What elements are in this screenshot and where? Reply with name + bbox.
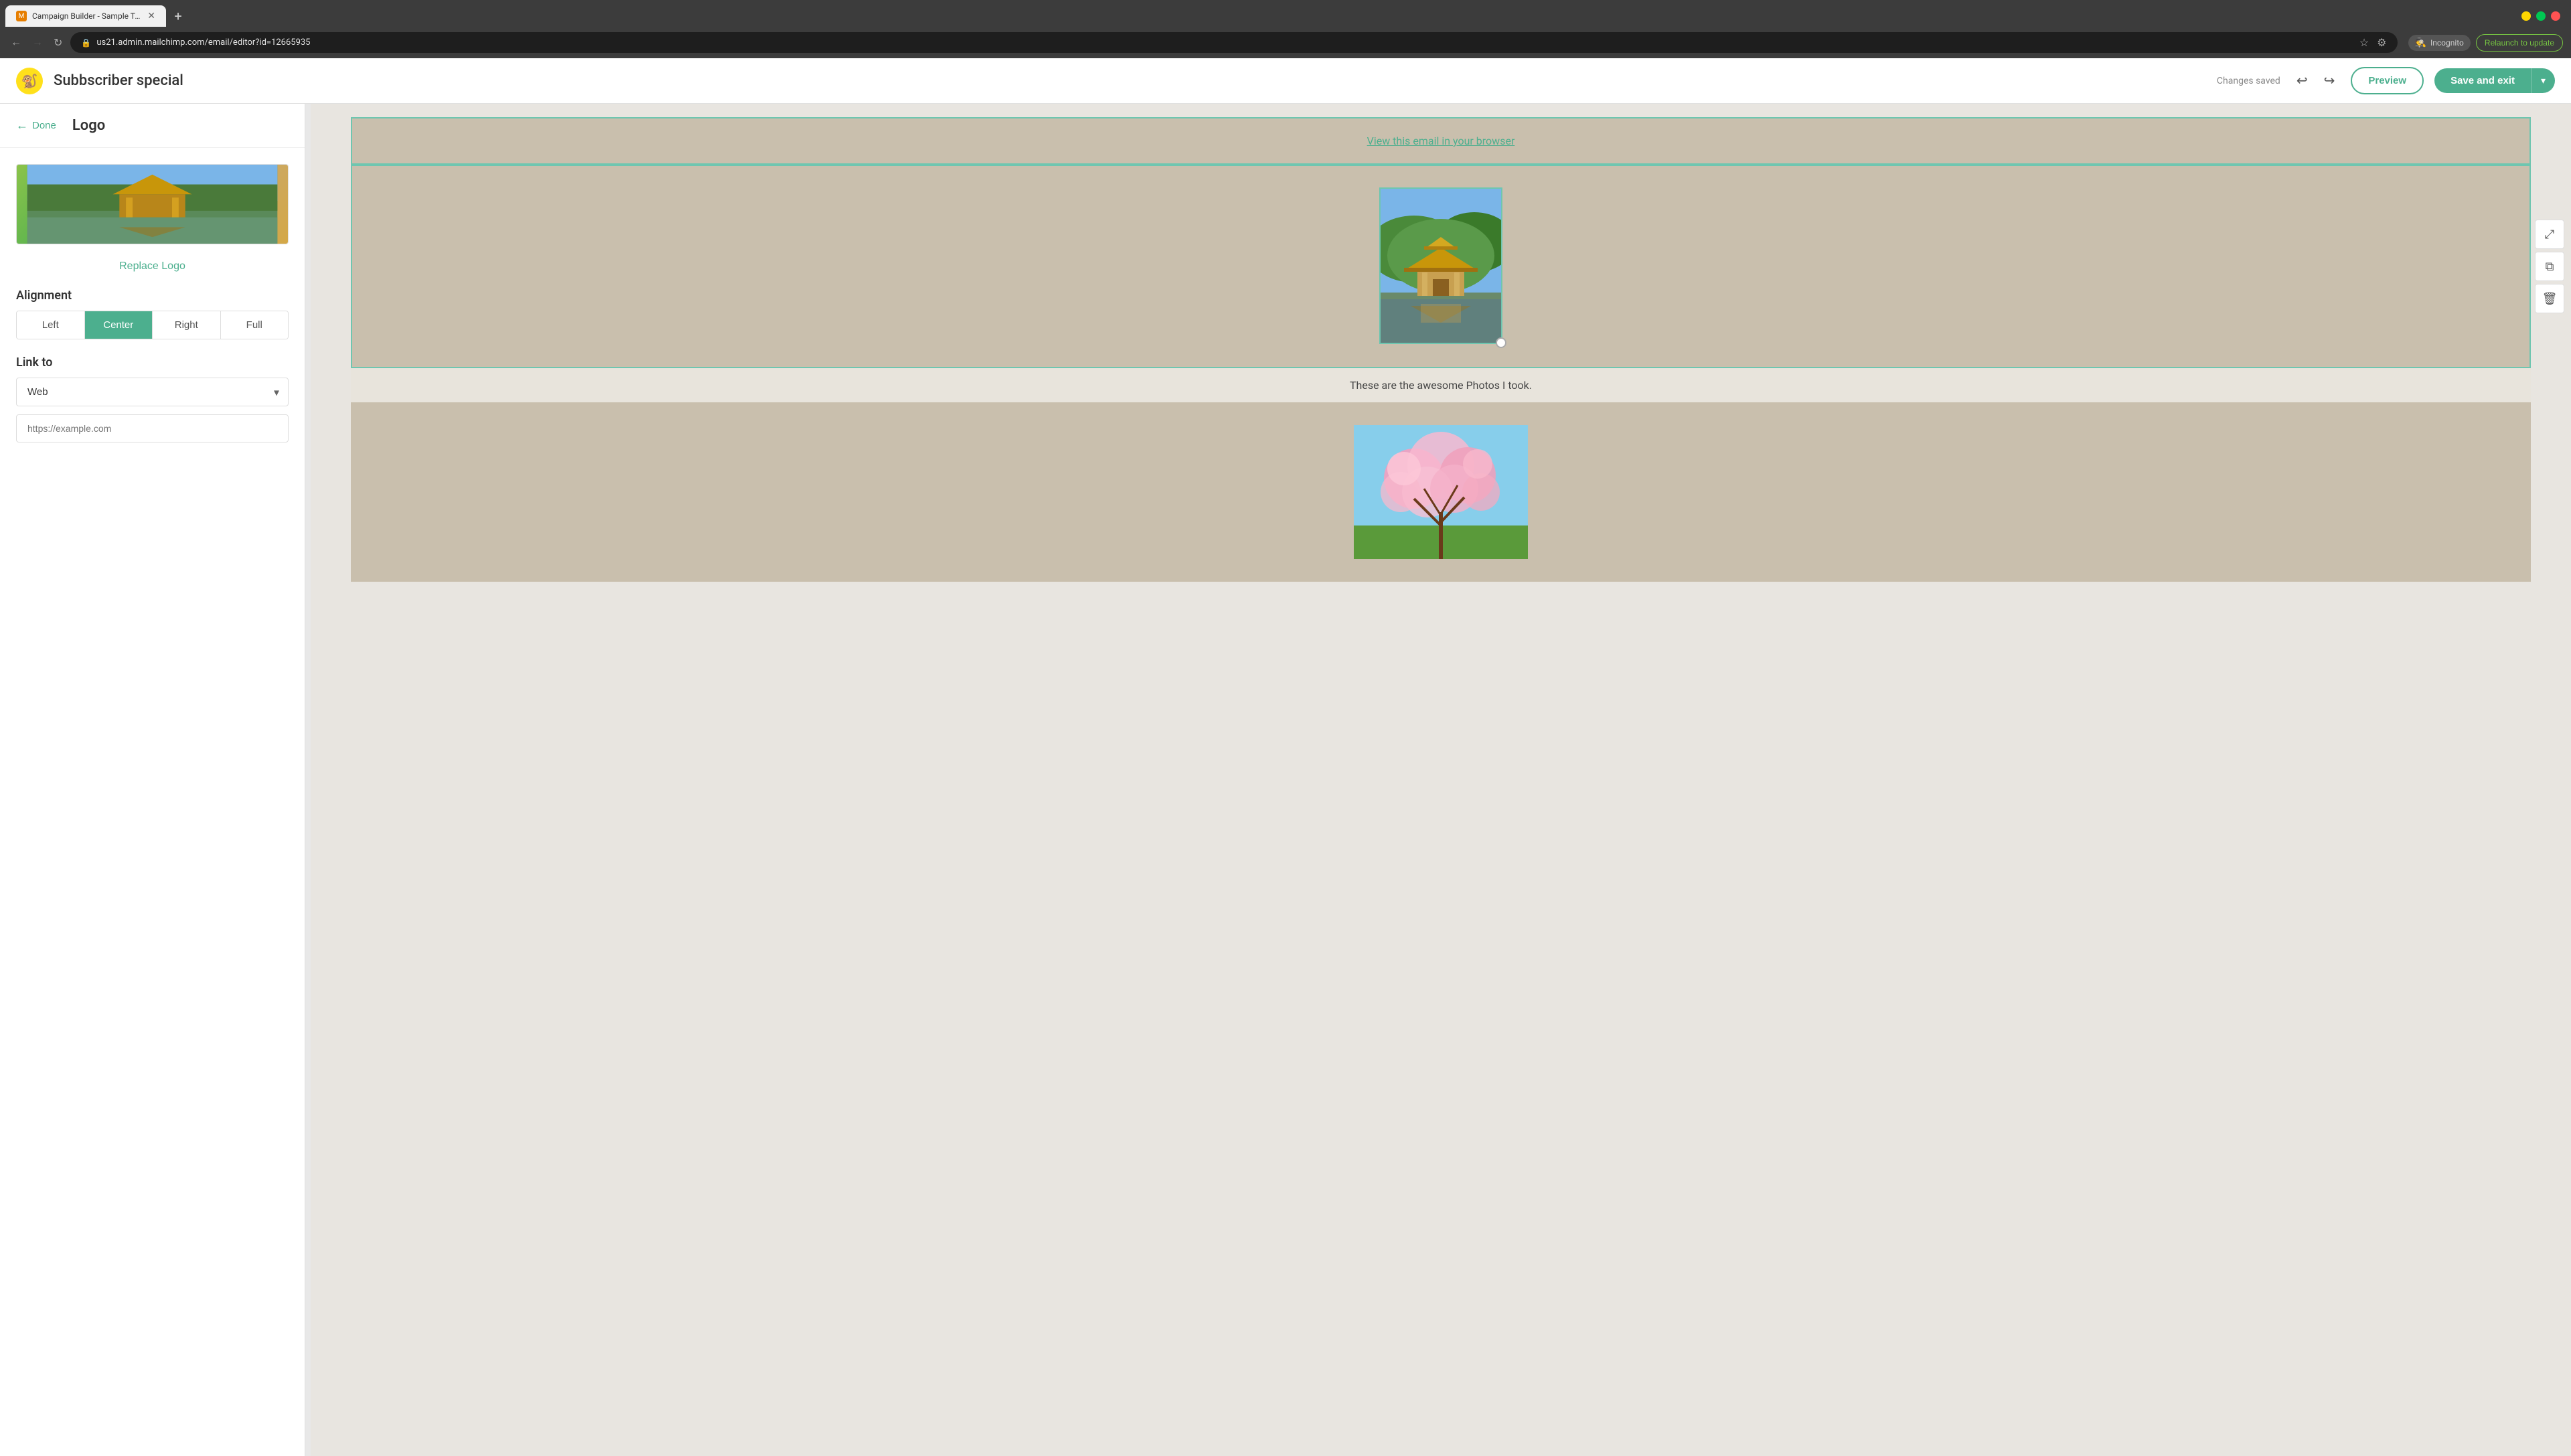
- floating-toolbar: ⤢ ⧉ 🗑: [2535, 220, 2564, 313]
- cherry-blossom-section[interactable]: [351, 402, 2531, 582]
- sidebar-body: Replace Logo Alignment Left Center Right…: [0, 148, 305, 459]
- undo-button[interactable]: ↩: [2291, 67, 2313, 94]
- canvas-area[interactable]: View this email in your browser: [311, 104, 2571, 1456]
- align-left-button[interactable]: Left: [17, 311, 85, 339]
- cherry-blossom-svg: [1354, 425, 1528, 559]
- logo-preview: [16, 164, 289, 244]
- photo-caption: These are the awesome Photos I took.: [351, 368, 2531, 402]
- refresh-button[interactable]: ↻: [51, 33, 65, 52]
- app-header: 🐒 Subbscriber special Changes saved ↩ ↪ …: [0, 58, 2571, 104]
- preview-button[interactable]: Preview: [2351, 67, 2424, 94]
- bookmark-icon[interactable]: ☆: [2359, 36, 2369, 49]
- address-bar-row: ← → ↻ 🔒 us21.admin.mailchimp.com/email/e…: [0, 27, 2571, 58]
- sidebar: ← Done Logo: [0, 104, 305, 1456]
- save-exit-group: Save and exit ▾: [2434, 68, 2555, 93]
- save-exit-dropdown-button[interactable]: ▾: [2531, 68, 2555, 93]
- tab-bar: M Campaign Builder - Sample Tem... ✕ +: [0, 0, 2571, 27]
- link-url-input[interactable]: [16, 414, 289, 442]
- logo-image-container[interactable]: [1379, 187, 1502, 344]
- photo-caption-text: These are the awesome Photos I took.: [1350, 379, 1532, 392]
- copy-tool-button[interactable]: ⧉: [2535, 252, 2564, 281]
- resize-handle[interactable]: [1496, 337, 1506, 348]
- changes-saved-status: Changes saved: [2217, 76, 2280, 86]
- sidebar-panel-title: Logo: [72, 117, 105, 134]
- incognito-badge: 🕵 Incognito: [2408, 35, 2471, 51]
- delete-tool-button[interactable]: 🗑: [2535, 284, 2564, 313]
- lock-icon: 🔒: [81, 38, 91, 48]
- tab-favicon: M: [16, 11, 27, 21]
- browser-chrome: M Campaign Builder - Sample Tem... ✕ + ←…: [0, 0, 2571, 58]
- address-actions: ☆ ⚙: [2359, 36, 2387, 49]
- window-controls: [2521, 11, 2566, 21]
- main-layout: ← Done Logo: [0, 104, 2571, 1456]
- done-label: Done: [32, 120, 56, 131]
- new-tab-button[interactable]: +: [169, 7, 187, 25]
- cherry-image-box: [1354, 425, 1528, 559]
- browser-extensions: 🕵 Incognito Relaunch to update: [2408, 34, 2563, 52]
- align-center-button[interactable]: Center: [85, 311, 153, 339]
- back-button[interactable]: ←: [8, 34, 24, 52]
- view-browser-link[interactable]: View this email in your browser: [1367, 135, 1515, 147]
- temple-canvas-svg: [1381, 189, 1501, 343]
- alignment-label: Alignment: [16, 289, 289, 303]
- done-button[interactable]: ← Done: [16, 118, 56, 133]
- logo-image-section[interactable]: ⤢ ⧉ 🗑: [351, 165, 2531, 368]
- logo-image-box: [1381, 189, 1501, 343]
- done-arrow-icon: ←: [16, 118, 28, 133]
- link-type-select[interactable]: Web Email File Phone: [16, 378, 289, 406]
- align-right-button[interactable]: Right: [153, 311, 221, 339]
- tab-title: Campaign Builder - Sample Tem...: [32, 11, 142, 21]
- restore-button[interactable]: [2536, 11, 2546, 21]
- align-full-button[interactable]: Full: [221, 311, 289, 339]
- address-bar[interactable]: 🔒 us21.admin.mailchimp.com/email/editor?…: [70, 32, 2397, 53]
- incognito-label: Incognito: [2430, 38, 2464, 48]
- relaunch-button[interactable]: Relaunch to update: [2476, 34, 2563, 52]
- mailchimp-logo: 🐒: [16, 68, 43, 94]
- save-exit-button[interactable]: Save and exit: [2434, 68, 2531, 93]
- redo-button[interactable]: ↪: [2319, 67, 2341, 94]
- address-text: us21.admin.mailchimp.com/email/editor?id…: [96, 37, 310, 48]
- canvas-inner: View this email in your browser: [311, 104, 2571, 595]
- temple-preview-svg: [17, 165, 288, 244]
- move-tool-button[interactable]: ⤢: [2535, 220, 2564, 249]
- sidebar-divider: [305, 104, 311, 1456]
- active-tab[interactable]: M Campaign Builder - Sample Tem... ✕: [5, 5, 166, 27]
- incognito-icon: 🕵: [2415, 37, 2426, 48]
- view-browser-section: View this email in your browser: [351, 117, 2531, 165]
- sidebar-header: ← Done Logo: [0, 104, 305, 148]
- extensions-icon[interactable]: ⚙: [2377, 36, 2386, 49]
- link-to-label: Link to: [16, 355, 289, 370]
- minimize-button[interactable]: [2521, 11, 2531, 21]
- logo-image-placeholder: [17, 165, 288, 244]
- replace-logo-button[interactable]: Replace Logo: [119, 260, 185, 272]
- forward-button[interactable]: →: [29, 34, 46, 52]
- tab-close-icon[interactable]: ✕: [147, 11, 155, 21]
- alignment-section: Alignment Left Center Right Full: [16, 289, 289, 339]
- link-select-wrapper: Web Email File Phone ▾: [16, 378, 289, 406]
- alignment-group: Left Center Right Full: [16, 311, 289, 339]
- undo-redo-group: ↩ ↪: [2291, 67, 2341, 94]
- campaign-title: Subbscriber special: [54, 72, 183, 89]
- close-button[interactable]: [2551, 11, 2560, 21]
- link-to-section: Link to Web Email File Phone ▾: [16, 355, 289, 442]
